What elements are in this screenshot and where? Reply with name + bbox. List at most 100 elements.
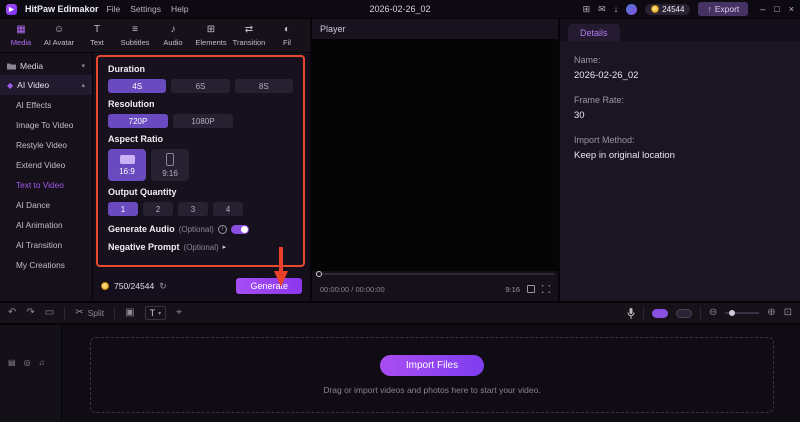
minimize-button[interactable]: – <box>760 4 765 14</box>
timeline-zoom-slider[interactable] <box>725 310 760 316</box>
quantity-option-4[interactable]: 4 <box>213 202 243 216</box>
sidebar-item-my-creations[interactable]: My Creations <box>0 255 92 275</box>
menu-settings[interactable]: Settings <box>130 4 161 14</box>
sidebar-item-ai-effects[interactable]: AI Effects <box>0 95 92 115</box>
track-options-icon[interactable]: ▤ <box>8 359 16 422</box>
user-avatar[interactable] <box>626 3 638 15</box>
sidebar-section-ai-video[interactable]: ◆ AI Video ▴ <box>0 75 92 95</box>
sidebar-item-restyle-video[interactable]: Restyle Video <box>0 135 92 155</box>
fit-timeline-icon[interactable]: ⊡ <box>784 308 792 318</box>
tab-subtitles[interactable]: ≡ Subtitles <box>116 24 154 47</box>
tab-audio[interactable]: ♪ Audio <box>154 23 192 47</box>
resolution-options: 720P 1080P <box>108 114 293 128</box>
aspect-ratio-label: Aspect Ratio <box>108 134 164 144</box>
duration-option-8s[interactable]: 8S <box>234 79 293 93</box>
player-panel: Player 00:00:00 / 00:00:00 9:16 <box>312 19 558 301</box>
track-header: ▤ ◎ ♫ <box>0 325 62 422</box>
player-controls: 00:00:00 / 00:00:00 9:16 <box>312 277 558 301</box>
app-name: HitPaw Edimakor <box>25 4 99 14</box>
resolution-label: Resolution <box>108 99 155 109</box>
zoom-slider-handle[interactable] <box>729 310 736 316</box>
split-icon[interactable]: ✂ <box>75 308 83 318</box>
import-files-button[interactable]: Import Files <box>379 355 485 376</box>
menu-help[interactable]: Help <box>171 4 188 14</box>
preview-ratio-selector[interactable]: 9:16 <box>505 285 520 294</box>
snapshot-icon[interactable] <box>527 285 535 293</box>
track-view-toggle-on[interactable] <box>651 308 668 318</box>
sidebar-item-extend-video[interactable]: Extend Video <box>0 155 92 175</box>
tab-ai-avatar[interactable]: ☺ AI Avatar <box>40 23 78 47</box>
zoom-out-icon[interactable]: ⊖ <box>709 308 717 318</box>
duration-option-6s[interactable]: 6S <box>171 79 230 93</box>
landscape-ratio-icon <box>119 154 135 164</box>
aspect-option-9-16[interactable]: 9:16 <box>151 149 189 181</box>
resolution-option-720p[interactable]: 720P <box>108 114 168 128</box>
quantity-option-2[interactable]: 2 <box>143 202 173 216</box>
fullscreen-icon[interactable] <box>542 285 550 293</box>
ai-video-icon: ◆ <box>7 80 14 90</box>
tab-details[interactable]: Details <box>568 24 620 41</box>
ai-avatar-icon: ☺ <box>53 23 65 35</box>
chevron-down-icon: ▾ <box>158 310 162 317</box>
sidebar-item-image-to-video[interactable]: Image To Video <box>0 115 92 135</box>
tab-elements[interactable]: ⊞ Elements <box>192 24 230 47</box>
generate-audio-row: Generate Audio (Optional) i <box>108 224 293 234</box>
coin-balance-badge[interactable]: 24544 <box>645 3 691 15</box>
generate-audio-toggle[interactable] <box>230 224 249 234</box>
export-button[interactable]: ↑ Export <box>698 2 749 16</box>
download-icon[interactable]: ↓ <box>614 4 619 14</box>
close-button[interactable]: × <box>789 4 794 14</box>
apps-grid-icon[interactable]: ⊞ <box>583 4 591 14</box>
sidebar-item-ai-transition[interactable]: AI Transition <box>0 235 92 255</box>
microphone-icon[interactable] <box>627 307 635 319</box>
export-arrow-icon: ↑ <box>707 4 712 14</box>
crop-icon[interactable]: ▣ <box>125 308 134 318</box>
track-volume-icon[interactable]: ♫ <box>39 359 45 422</box>
toolbar-divider <box>64 307 66 319</box>
chevron-up-icon: ▴ <box>81 82 85 89</box>
info-icon[interactable]: i <box>217 224 227 234</box>
quantity-option-3[interactable]: 3 <box>178 202 208 216</box>
tab-text[interactable]: T Text <box>78 24 116 47</box>
feedback-icon[interactable]: ✉ <box>598 4 606 14</box>
drop-zone-hint: Drag or import videos and photos here to… <box>323 385 541 395</box>
sidebar-item-text-to-video[interactable]: Text to Video <box>0 175 92 195</box>
duration-option-4s[interactable]: 4S <box>108 79 167 93</box>
media-dropdown[interactable]: Media ▾ <box>0 57 92 75</box>
maximize-button[interactable]: □ <box>774 4 779 14</box>
duration-options: 4S 6S 8S <box>108 79 293 93</box>
folder-icon <box>7 63 16 70</box>
video-preview[interactable] <box>312 39 558 271</box>
redo-icon[interactable]: ↷ <box>26 308 34 318</box>
media-icon: ▦ <box>16 23 26 35</box>
playback-scrubber[interactable] <box>316 271 554 277</box>
tab-transition[interactable]: ⇄ Transition <box>230 24 268 47</box>
track-view-toggle-off[interactable] <box>675 308 692 318</box>
quantity-option-1[interactable]: 1 <box>108 202 138 216</box>
negative-prompt-label: Negative Prompt <box>108 242 180 252</box>
tab-media[interactable]: ▦ Media <box>2 23 40 47</box>
aspect-option-16-9[interactable]: 16:9 <box>108 149 146 181</box>
resolution-option-1080p[interactable]: 1080P <box>173 114 233 128</box>
output-quantity-options: 1 2 3 4 <box>108 202 293 216</box>
marker-icon[interactable]: ⌖ <box>176 308 182 318</box>
zoom-in-icon[interactable]: ⊕ <box>767 308 775 318</box>
chevron-right-icon: ▸ <box>222 244 227 251</box>
audio-icon: ♪ <box>170 23 176 35</box>
delete-icon[interactable]: ▭ <box>45 308 54 318</box>
tab-filters[interactable]: ◐ Fil <box>268 24 306 47</box>
credit-cost: 750/24544 <box>114 281 155 291</box>
sidebar-item-ai-dance[interactable]: AI Dance <box>0 195 92 215</box>
details-header: Details <box>560 19 800 41</box>
undo-icon[interactable]: ↶ <box>8 308 16 318</box>
generate-button[interactable]: Generate <box>236 278 302 294</box>
media-sidebar: Media ▾ ◆ AI Video ▴ AI Effects Image To… <box>0 53 92 301</box>
track-visibility-icon[interactable]: ◎ <box>24 359 31 422</box>
negative-prompt-row[interactable]: Negative Prompt (Optional) ▸ <box>108 242 293 252</box>
media-drop-zone[interactable]: Import Files Drag or import videos and p… <box>90 337 774 413</box>
text-tool-dropdown[interactable]: T ▾ <box>144 306 167 320</box>
chevron-down-icon: ▾ <box>81 63 85 70</box>
refresh-icon[interactable]: ↻ <box>159 281 167 292</box>
sidebar-item-ai-animation[interactable]: AI Animation <box>0 215 92 235</box>
menu-file[interactable]: File <box>107 4 121 14</box>
